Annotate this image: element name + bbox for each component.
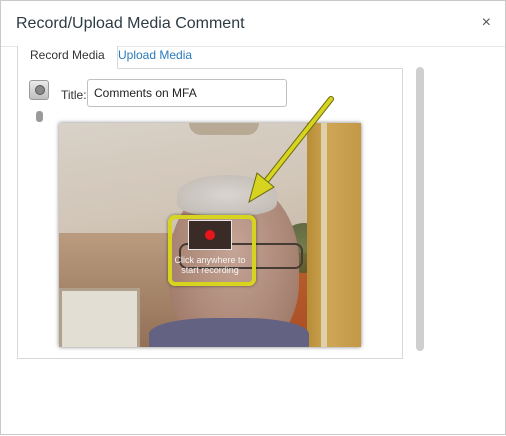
annotation-highlight	[168, 215, 256, 286]
media-tabs: Record Media Upload Media	[17, 46, 403, 69]
scrollbar[interactable]	[415, 63, 426, 358]
webcam-lens	[35, 85, 45, 95]
tab-record-media[interactable]: Record Media	[17, 46, 118, 69]
title-label: Title:	[61, 88, 87, 102]
webcam-icon[interactable]	[29, 80, 49, 100]
tab-upload-media[interactable]: Upload Media	[106, 46, 204, 68]
dialog-title: Record/Upload Media Comment	[16, 15, 245, 32]
close-icon[interactable]: ×	[482, 13, 491, 33]
title-input[interactable]	[87, 79, 287, 107]
microphone-icon[interactable]	[36, 111, 43, 122]
media-comment-dialog: Record/Upload Media Comment × Record Med…	[0, 0, 506, 435]
scrollbar-thumb[interactable]	[416, 67, 424, 351]
